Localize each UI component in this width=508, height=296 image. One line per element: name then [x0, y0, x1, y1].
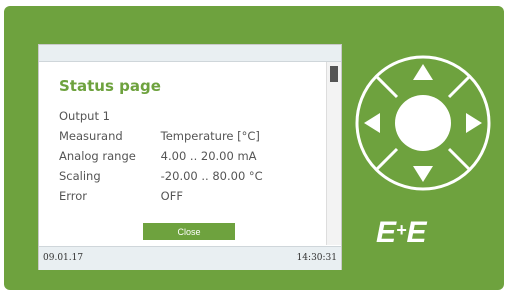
device-panel: Status page Output 1 Measurand Temperatu… — [4, 6, 504, 290]
logo-letter: E — [376, 216, 396, 249]
status-date: 09.01.17 — [43, 253, 84, 263]
scrollbar-thumb[interactable] — [330, 66, 338, 82]
row-output: Output 1 — [59, 109, 161, 123]
row-value: OFF — [160, 189, 183, 203]
row-label: Measurand — [59, 129, 123, 143]
row-label: Scaling — [59, 169, 101, 183]
center-button-icon[interactable] — [395, 95, 451, 151]
arrow-left-icon[interactable] — [364, 113, 380, 133]
row-value: 4.00 .. 20.00 mA — [160, 149, 257, 163]
page-title: Status page — [59, 77, 161, 95]
nav-divider — [447, 147, 472, 172]
row-measurand: Measurand Temperature [°C] — [59, 129, 260, 143]
row-scaling: Scaling -20.00 .. 80.00 °C — [59, 169, 263, 183]
logo-letter: E — [406, 216, 427, 249]
close-button[interactable]: Close — [143, 223, 235, 240]
nav-divider — [374, 74, 399, 99]
row-label: Error — [59, 189, 88, 203]
navigation-pad — [355, 55, 491, 191]
nav-divider — [447, 74, 472, 99]
logo-plus: + — [396, 220, 406, 240]
status-time: 14:30:31 — [296, 253, 337, 263]
display-screen: Status page Output 1 Measurand Temperatu… — [38, 44, 342, 270]
scrollbar[interactable] — [326, 62, 341, 245]
row-label: Analog range — [59, 149, 136, 163]
arrow-right-icon[interactable] — [466, 113, 482, 133]
status-page-content: Status page Output 1 Measurand Temperatu… — [39, 62, 325, 245]
arrow-up-icon[interactable] — [413, 64, 433, 80]
row-label: Output 1 — [59, 109, 110, 123]
arrow-down-icon[interactable] — [413, 166, 433, 182]
row-value: -20.00 .. 80.00 °C — [160, 169, 263, 183]
status-bar: 09.01.17 14:30:31 — [39, 246, 341, 270]
row-value: Temperature [°C] — [160, 129, 260, 143]
row-error: Error OFF — [59, 189, 183, 203]
nav-divider — [374, 147, 399, 172]
row-analog-range: Analog range 4.00 .. 20.00 mA — [59, 149, 257, 163]
ee-logo: E+E — [376, 216, 427, 250]
screen-header-bar — [39, 45, 341, 62]
